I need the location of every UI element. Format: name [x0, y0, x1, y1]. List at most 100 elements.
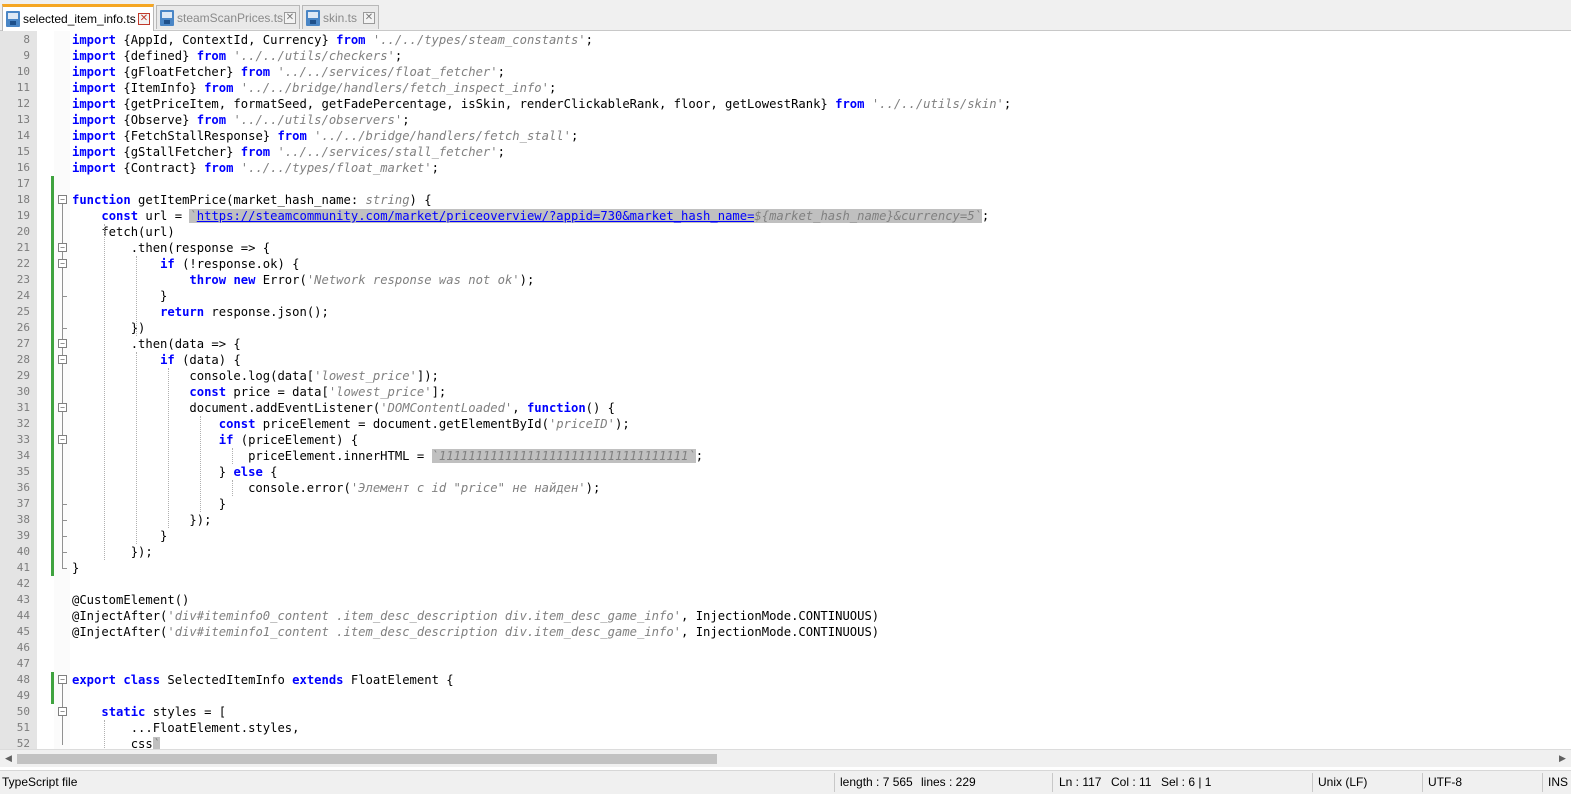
- code-line[interactable]: 25 return response.json();: [0, 304, 1571, 320]
- line-number: 36: [16, 481, 30, 494]
- code-line[interactable]: 41}: [0, 560, 1571, 576]
- fold-toggle-icon[interactable]: −: [58, 243, 67, 252]
- line-number: 14: [16, 129, 30, 142]
- code-line[interactable]: 26 }): [0, 320, 1571, 336]
- code-text: ;: [585, 33, 593, 47]
- code-line[interactable]: 31 document.addEventListener('DOMContent…: [0, 400, 1571, 416]
- line-number: 11: [16, 81, 30, 94]
- close-icon[interactable]: ✕: [363, 11, 375, 24]
- code-line[interactable]: 43 @CustomElement(): [0, 592, 1571, 608]
- status-divider: [1052, 773, 1053, 792]
- line-number: 27: [16, 337, 30, 350]
- code-line[interactable]: 36 console.error('Элемент с id "price" н…: [0, 480, 1571, 496]
- close-icon[interactable]: ✕: [138, 13, 150, 25]
- string-token: 'lowest_price': [314, 369, 417, 383]
- selected-text: ${market_hash_name}&currency=5`: [754, 209, 982, 223]
- code-line[interactable]: 10 import {gFloatFetcher} from '../../ser…: [0, 64, 1571, 80]
- scroll-thumb[interactable]: [17, 754, 717, 764]
- code-line[interactable]: 11 import {ItemInfo} from '../../bridge/h…: [0, 80, 1571, 96]
- keyword-token: if: [218, 433, 234, 447]
- code-line[interactable]: 23 throw new Error('Network response was…: [0, 272, 1571, 288]
- scroll-left-arrow-icon[interactable]: ◀: [0, 750, 17, 767]
- line-code: if (priceElement) {: [72, 432, 358, 448]
- code-text: .then(response => {: [72, 241, 271, 255]
- code-line[interactable]: 15 import {gStallFetcher} from '../../ser…: [0, 144, 1571, 160]
- code-line[interactable]: 34 priceElement.innerHTML = `11111111111…: [0, 448, 1571, 464]
- code-line[interactable]: 12 import {getPriceItem, formatSeed, getF…: [0, 96, 1571, 112]
- tab-selected-item-info[interactable]: selected_item_info.ts ✕: [2, 4, 154, 31]
- code-line[interactable]: 38 });: [0, 512, 1571, 528]
- tab-steam-scan-prices[interactable]: steamScanPrices.ts ✕: [156, 5, 300, 29]
- tab-skin[interactable]: skin.ts ✕: [302, 5, 379, 29]
- code-line[interactable]: 13 import {Observe} from '../../utils/obs…: [0, 112, 1571, 128]
- code-line[interactable]: 40 });: [0, 544, 1571, 560]
- fold-toggle-icon[interactable]: −: [58, 195, 67, 204]
- change-marker: [51, 544, 54, 560]
- keyword-token: throw: [189, 273, 227, 287]
- line-code: .then(response => {: [72, 240, 270, 256]
- code-line[interactable]: 45 @InjectAfter('div#iteminfo1_content .i…: [0, 624, 1571, 640]
- code-line[interactable]: 17: [0, 176, 1571, 192]
- fold-toggle-icon[interactable]: −: [58, 355, 67, 364]
- code-line[interactable]: 44 @InjectAfter('div#iteminfo0_content .i…: [0, 608, 1571, 624]
- line-number: 10: [16, 65, 30, 78]
- horizontal-scrollbar[interactable]: ◀ ▶: [0, 749, 1571, 767]
- line-number: 43: [16, 593, 30, 606]
- line-code: }: [72, 528, 167, 544]
- code-text: {defined}: [116, 49, 197, 63]
- code-line[interactable]: 18 function getItemPrice(market_hash_name…: [0, 192, 1571, 208]
- fold-toggle-icon[interactable]: −: [58, 435, 67, 444]
- selected-text: `: [189, 209, 197, 223]
- code-text: SelectedItemInfo: [160, 673, 293, 687]
- code-line[interactable]: 48 export class SelectedItemInfo extends …: [0, 672, 1571, 688]
- line-code: if (data) {: [72, 352, 241, 368]
- code-editor[interactable]: 8 import {AppId, ContextId, Currency} fro…: [0, 31, 1571, 749]
- code-line[interactable]: 22 if (!response.ok) {: [0, 256, 1571, 272]
- code-line[interactable]: 21 .then(response => {: [0, 240, 1571, 256]
- keyword-token: from: [240, 145, 271, 159]
- code-line[interactable]: 35 } else {: [0, 464, 1571, 480]
- line-number: 29: [16, 369, 30, 382]
- code-line[interactable]: 33 if (priceElement) {: [0, 432, 1571, 448]
- code-line[interactable]: 30 const price = data['lowest_price'];: [0, 384, 1571, 400]
- line-number: 15: [16, 145, 30, 158]
- code-line[interactable]: 49: [0, 688, 1571, 704]
- code-line[interactable]: 47: [0, 656, 1571, 672]
- code-line[interactable]: 37 }: [0, 496, 1571, 512]
- keyword-token: from: [336, 33, 366, 47]
- code-line[interactable]: 52 css`: [0, 736, 1571, 749]
- status-eol: Unix (LF): [1318, 775, 1368, 789]
- code-line[interactable]: 39 }: [0, 528, 1571, 544]
- code-line[interactable]: 24 }: [0, 288, 1571, 304]
- string-token: 'priceID': [548, 417, 615, 431]
- code-line[interactable]: 28 if (data) {: [0, 352, 1571, 368]
- fold-toggle-icon[interactable]: −: [58, 339, 67, 348]
- fold-toggle-icon[interactable]: −: [58, 259, 67, 268]
- change-marker: [51, 336, 54, 352]
- code-line[interactable]: 8 import {AppId, ContextId, Currency} fro…: [0, 32, 1571, 48]
- keyword-token: import: [72, 161, 117, 175]
- code-line[interactable]: 27 .then(data => {: [0, 336, 1571, 352]
- fold-toggle-icon[interactable]: −: [58, 403, 67, 412]
- code-line[interactable]: 20 fetch(url): [0, 224, 1571, 240]
- scroll-right-arrow-icon[interactable]: ▶: [1554, 750, 1571, 767]
- code-text: ;: [695, 449, 704, 463]
- fold-toggle-icon[interactable]: −: [58, 707, 67, 716]
- code-line[interactable]: 46: [0, 640, 1571, 656]
- code-line[interactable]: 16 import {Contract} from '../../types/fl…: [0, 160, 1571, 176]
- code-line[interactable]: 9 import {defined} from '../../utils/chec…: [0, 48, 1571, 64]
- code-line[interactable]: 19 const url = `https://steamcommunity.c…: [0, 208, 1571, 224]
- line-code: priceElement.innerHTML = `11111111111111…: [72, 448, 703, 464]
- close-icon[interactable]: ✕: [284, 11, 296, 24]
- line-number: 44: [16, 609, 30, 622]
- code-line[interactable]: 50 static styles = [: [0, 704, 1571, 720]
- code-line[interactable]: 29 console.log(data['lowest_price']);: [0, 368, 1571, 384]
- code-text: () {: [585, 401, 616, 415]
- line-code: }: [72, 560, 79, 576]
- code-line[interactable]: 32 const priceElement = document.getElem…: [0, 416, 1571, 432]
- code-text: );: [614, 417, 630, 431]
- code-line[interactable]: 51 ...FloatElement.styles,: [0, 720, 1571, 736]
- code-line[interactable]: 42: [0, 576, 1571, 592]
- code-line[interactable]: 14 import {FetchStallResponse} from '../.…: [0, 128, 1571, 144]
- fold-toggle-icon[interactable]: −: [58, 675, 67, 684]
